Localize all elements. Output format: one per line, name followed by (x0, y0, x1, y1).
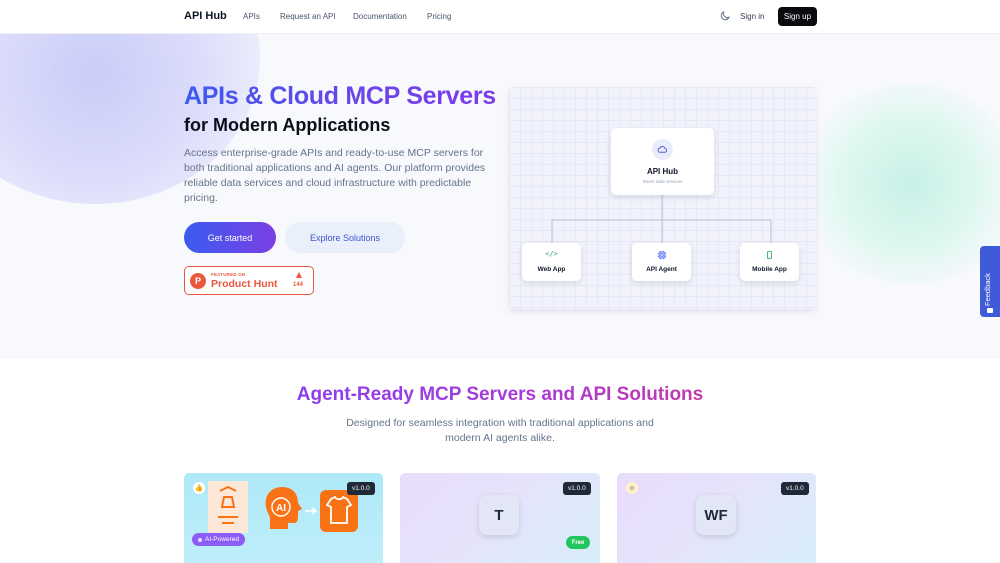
diagram-node-mobile-app: Mobile App (740, 243, 799, 281)
thumbs-up-icon: 👍 (193, 482, 205, 494)
tshirt-icon (320, 490, 358, 532)
diagram-node-web-app: </> Web App (522, 243, 581, 281)
nav-link-apis[interactable]: APIs (243, 12, 260, 21)
chip-icon (632, 250, 691, 262)
product-hunt-name: Product Hunt (211, 278, 278, 290)
hero-subtitle: for Modern Applications (184, 115, 391, 135)
section-subtitle: Designed for seamless integration with t… (346, 417, 654, 444)
node-label: Web App (537, 266, 566, 273)
nav-link-documentation[interactable]: Documentation (353, 12, 407, 21)
ai-head-icon: AI (265, 487, 302, 529)
brand-logo[interactable]: API Hub (184, 10, 227, 22)
chat-icon (987, 308, 993, 313)
phone-icon (740, 250, 799, 262)
product-hunt-badge[interactable]: P FEATURED ON Product Hunt 144 (184, 266, 314, 295)
card-initials: T (479, 495, 519, 535)
decorative-blob (800, 84, 1000, 284)
node-label: Mobile App (752, 266, 787, 273)
nav-link-request-api[interactable]: Request an API (280, 12, 336, 21)
version-badge: v1.0.0 (781, 482, 809, 495)
product-hunt-featured-label: FEATURED ON (211, 272, 246, 277)
solution-card[interactable]: ☺ v1.0.0 WF (617, 473, 816, 563)
explore-solutions-button[interactable]: Explore Solutions (285, 222, 405, 253)
version-badge: v1.0.0 (563, 482, 591, 495)
upvote-icon (296, 272, 302, 278)
section-title: Agent-Ready MCP Servers and API Solution… (296, 384, 704, 405)
hero-description: Access enterprise-grade APIs and ready-t… (184, 147, 486, 204)
product-hunt-votes: 144 (293, 282, 304, 288)
feedback-label: Feedback (983, 273, 992, 306)
ai-powered-badge: AI-Powered (192, 533, 245, 546)
feedback-tab[interactable]: Feedback (980, 246, 1000, 317)
top-navbar: API Hub APIs Request an API Documentatio… (0, 0, 1000, 34)
code-icon: </> (545, 250, 558, 258)
nav-link-pricing[interactable]: Pricing (427, 12, 451, 21)
cloud-icon (652, 139, 673, 160)
sign-in-link[interactable]: Sign in (740, 12, 764, 21)
diagram-hub-node: API Hub Smart data services (611, 128, 714, 195)
version-badge: v1.0.0 (347, 482, 375, 495)
illustration-tag-icon (208, 481, 248, 533)
hub-title: API Hub (646, 167, 679, 176)
arrow-right-icon (305, 507, 318, 515)
emoji-icon: ☺ (626, 482, 638, 494)
hero-section: APIs & Cloud MCP Servers for Modern Appl… (0, 34, 1000, 359)
solution-card[interactable]: 👍 AI v1.0.0 AI-Powered (184, 473, 383, 563)
sign-up-button[interactable]: Sign up (778, 7, 817, 26)
node-label: API Agent (646, 266, 677, 273)
card-initials: WF (696, 495, 736, 535)
architecture-diagram: API Hub Smart data services </> Web App … (509, 87, 816, 309)
hub-subtitle: Smart data services (642, 179, 683, 184)
sparkle-icon (198, 537, 202, 542)
solution-card[interactable]: v1.0.0 T Free (400, 473, 600, 563)
hero-title: APIs & Cloud MCP Servers (184, 82, 496, 110)
moon-icon[interactable] (719, 10, 731, 22)
product-hunt-icon: P (190, 273, 206, 289)
diagram-node-api-agent: API Agent (632, 243, 691, 281)
get-started-button[interactable]: Get started (184, 222, 276, 253)
free-badge: Free (566, 536, 590, 549)
ai-head-label: AI (276, 503, 286, 514)
